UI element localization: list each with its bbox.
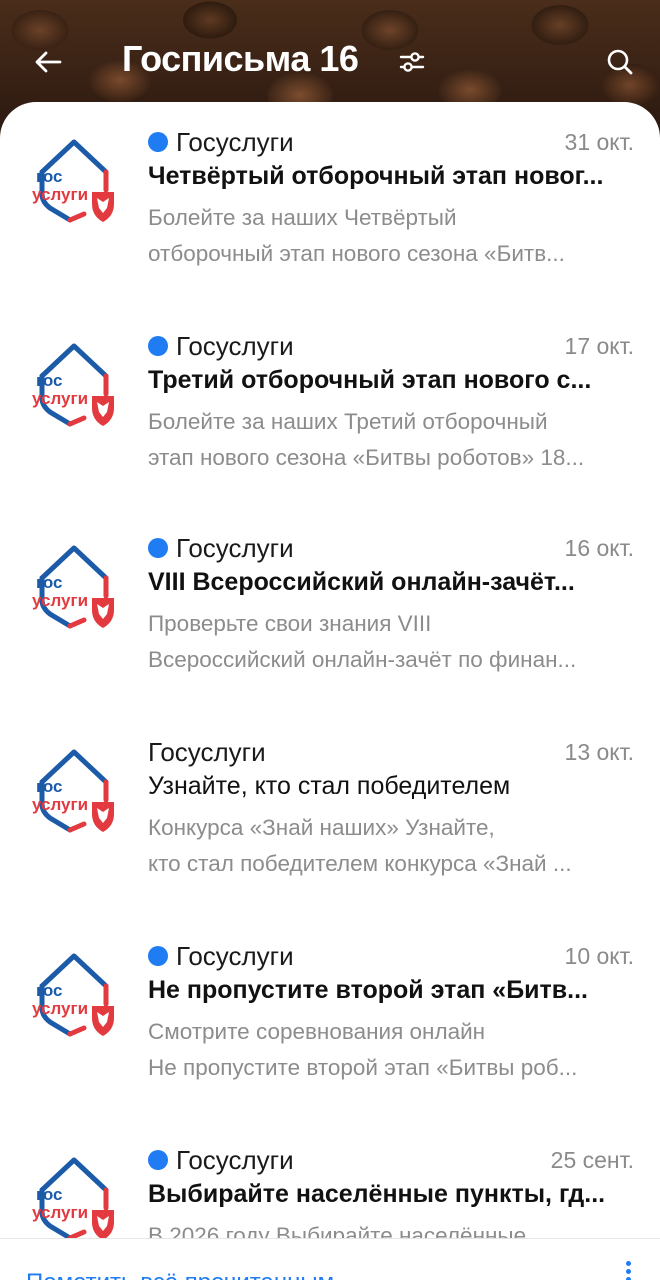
message-subject: Выбирайте населённые пункты, гд... xyxy=(148,1180,606,1208)
message-date: 16 окт. xyxy=(564,534,634,561)
message-item[interactable]: гос услуги Госуслуги 16 окт. VIII Всерос… xyxy=(0,508,660,712)
message-date: 31 окт. xyxy=(564,128,634,155)
message-preview: Болейте за наших Третий отборочный этап … xyxy=(148,404,634,476)
message-preview-line: В 2026 году Выбирайте населённые xyxy=(148,1223,527,1238)
message-preview: Болейте за наших Четвёртый отборочный эт… xyxy=(148,200,634,272)
message-sender: Госуслуги xyxy=(176,1144,294,1175)
search-button[interactable] xyxy=(600,42,640,82)
back-button[interactable] xyxy=(28,42,68,82)
message-sender: Госуслуги xyxy=(176,532,294,563)
message-sender: Госуслуги xyxy=(176,330,294,361)
message-date: 25 сент. xyxy=(550,1146,634,1173)
messages-sheet: гос услуги Госуслуги 31 окт. Четвёртый о… xyxy=(0,102,660,1280)
unread-dot-icon xyxy=(148,946,168,966)
sliders-icon xyxy=(399,52,425,72)
gosuslugi-logo-icon: гос услуги xyxy=(24,534,124,634)
gosuslugi-logo-icon: гос услуги xyxy=(24,738,124,838)
message-preview-line: кто стал победителем конкурса «Знай ... xyxy=(148,851,572,876)
logo-text: услуги xyxy=(32,1203,88,1222)
message-subject: Не пропустите второй этап «Битв... xyxy=(148,976,588,1004)
message-date: 17 окт. xyxy=(564,332,634,359)
unread-dot-icon xyxy=(148,538,168,558)
mark-all-read-button[interactable]: Пометить всё прочитанным xyxy=(26,1269,334,1280)
message-sender: Госуслуги xyxy=(176,126,294,157)
message-list: гос услуги Госуслуги 31 окт. Четвёртый о… xyxy=(0,102,660,1238)
logo-text: услуги xyxy=(32,591,88,610)
message-item[interactable]: гос услуги Госуслуги 10 окт. Не пропусти… xyxy=(0,916,660,1120)
gosuslugi-logo-icon: гос услуги xyxy=(24,128,124,228)
message-preview: Проверьте свои знания VIII Всероссийский… xyxy=(148,606,634,678)
page-title: Госписьма 16 xyxy=(122,38,359,79)
logo-text: гос xyxy=(36,777,62,796)
message-sender: Госуслуги xyxy=(176,940,294,971)
message-date: 13 окт. xyxy=(564,738,634,765)
logo-text: гос xyxy=(36,371,62,390)
message-subject: Узнайте, кто стал победителем xyxy=(148,772,511,800)
logo-text: услуги xyxy=(32,795,88,814)
logo-text: гос xyxy=(36,167,62,186)
message-preview-line: Не пропустите второй этап «Битвы роб... xyxy=(148,1055,578,1080)
logo-text: услуги xyxy=(32,999,88,1018)
logo-text: услуги xyxy=(32,389,88,408)
arrow-left-icon xyxy=(35,51,62,73)
message-date: 10 окт. xyxy=(564,942,634,969)
message-subject: VIII Всероссийский онлайн-зачёт... xyxy=(148,568,575,596)
sender-row: Госуслуги 13 окт. xyxy=(148,734,634,770)
gosuslugi-logo-icon: гос услуги xyxy=(24,332,124,432)
message-preview-line: Проверьте свои знания VIII xyxy=(148,611,432,636)
more-vertical-icon[interactable] xyxy=(616,1261,640,1280)
message-subject: Третий отборочный этап нового с... xyxy=(148,366,592,394)
unread-dot-icon xyxy=(148,1150,168,1170)
message-preview: Конкурса «Знай наших» Узнайте, кто стал … xyxy=(148,810,634,882)
sender-row: Госуслуги 17 окт. xyxy=(148,328,634,364)
message-preview-line: этап нового сезона «Битвы роботов» 18... xyxy=(148,445,585,470)
sender-row: Госуслуги 25 сент. xyxy=(148,1142,634,1178)
unread-dot-icon xyxy=(148,336,168,356)
message-subject: Четвёртый отборочный этап новог... xyxy=(148,162,604,190)
logo-text: услуги xyxy=(32,185,88,204)
gosuslugi-logo-icon: гос услуги xyxy=(24,1146,124,1238)
filter-button[interactable] xyxy=(394,44,430,80)
sender-row: Госуслуги 16 окт. xyxy=(148,530,634,566)
logo-text: гос xyxy=(36,1185,62,1204)
search-icon xyxy=(607,49,633,75)
sender-row: Госуслуги 31 окт. xyxy=(148,124,634,160)
message-preview-line: Всероссийский онлайн-зачёт по финан... xyxy=(148,647,577,672)
message-preview-line: Болейте за наших Третий отборочный xyxy=(148,409,548,434)
bottom-bar: Пометить всё прочитанным xyxy=(0,1238,660,1280)
message-preview-line: Смотрите соревнования онлайн xyxy=(148,1019,486,1044)
logo-text: гос xyxy=(36,573,62,592)
message-item[interactable]: гос услуги Госуслуги 31 окт. Четвёртый о… xyxy=(0,102,660,306)
message-preview: В 2026 году Выбирайте населённые xyxy=(148,1218,634,1238)
message-preview: Смотрите соревнования онлайн Не пропусти… xyxy=(148,1014,634,1086)
message-preview-line: Конкурса «Знай наших» Узнайте, xyxy=(148,815,495,840)
logo-text: гос xyxy=(36,981,62,1000)
message-preview-line: Болейте за наших Четвёртый xyxy=(148,205,457,230)
sender-row: Госуслуги 10 окт. xyxy=(148,938,634,974)
message-sender: Госуслуги xyxy=(148,736,266,767)
unread-dot-icon xyxy=(148,132,168,152)
message-preview-line: отборочный этап нового сезона «Битв... xyxy=(148,241,565,266)
gosuslugi-logo-icon: гос услуги xyxy=(24,942,124,1042)
message-item[interactable]: гос услуги Госуслуги 13 окт. Узнайте, кт… xyxy=(0,712,660,916)
message-item[interactable]: гос услуги Госуслуги 17 окт. Третий отбо… xyxy=(0,306,660,510)
message-item[interactable]: гос услуги Госуслуги 25 сент. Выбирайте … xyxy=(0,1120,660,1238)
